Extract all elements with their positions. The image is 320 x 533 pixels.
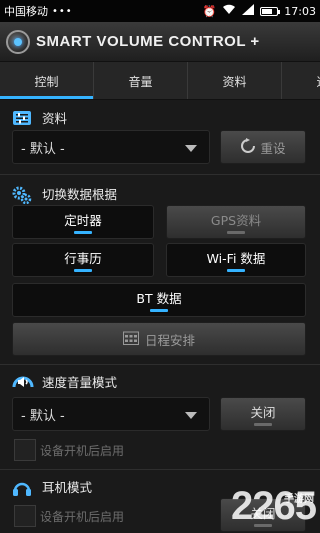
switch-section-title: 切换数据根据 <box>12 184 118 204</box>
profile-dropdown[interactable]: - 默认 - <box>12 130 210 164</box>
headset-section-label: 耳机模式 <box>42 480 93 495</box>
headset-boot-row: 设备开机后启用 <box>14 505 124 527</box>
speed-toggle-button[interactable]: 关闭 <box>220 397 306 431</box>
clock: 17:03 <box>284 4 316 18</box>
profile-section-title: 资料 <box>12 108 67 127</box>
speed-section-label: 速度音量模式 <box>42 375 118 390</box>
app-logo-icon <box>6 29 30 54</box>
speed-dropdown[interactable]: - 默认 - <box>12 397 210 431</box>
bt-indicator <box>150 309 168 312</box>
calendar-toggle-label: 行事历 <box>64 250 102 266</box>
speed-section-title: 速度音量模式 <box>12 372 117 391</box>
alarm-icon: ⏰ <box>202 4 217 18</box>
calendar-indicator <box>74 269 92 272</box>
carrier-name: 中国移动 <box>4 5 48 18</box>
timer-toggle-label: 定时器 <box>64 212 102 228</box>
app-title: SMART VOLUME CONTROL + <box>36 33 260 50</box>
tab-speed[interactable]: 速度 <box>282 62 320 99</box>
watermark-small-text: 手游网 <box>284 494 314 505</box>
schedule-button-label: 日程安排 <box>144 332 195 348</box>
speed-boot-checkbox[interactable] <box>14 439 36 461</box>
bt-toggle-label: BT 数据 <box>136 290 182 306</box>
wifi-indicator <box>227 269 245 272</box>
headphones-icon <box>12 479 32 496</box>
speaker-speed-icon <box>12 374 34 390</box>
timer-indicator <box>74 231 92 234</box>
gps-toggle-label: GPS资料 <box>210 212 262 228</box>
reset-button-label: 重设 <box>260 140 286 156</box>
profile-section-label: 资料 <box>42 111 68 126</box>
status-bar: 中国移动 ••• ⏰ 17:03 <box>0 0 320 22</box>
notification-dots: ••• <box>52 5 73 17</box>
tab-volume[interactable]: 音量 <box>94 62 188 99</box>
refresh-icon <box>240 137 256 157</box>
headset-boot-label: 设备开机后启用 <box>40 509 125 524</box>
gears-icon <box>12 186 32 204</box>
signal-icon <box>242 4 255 18</box>
tab-bar: 控制 音量 资料 速度 <box>0 62 320 100</box>
switch-section-label: 切换数据根据 <box>42 187 118 202</box>
speed-toggle-label: 关闭 <box>250 404 276 420</box>
divider <box>0 469 320 470</box>
speed-dropdown-value: - 默认 - <box>21 408 65 424</box>
chevron-down-icon <box>185 145 197 152</box>
app-header: SMART VOLUME CONTROL + <box>0 22 320 62</box>
tab-control[interactable]: 控制 <box>0 62 94 99</box>
bt-toggle[interactable]: BT 数据 <box>12 283 306 317</box>
headset-section-title: 耳机模式 <box>12 477 92 496</box>
headset-boot-checkbox[interactable] <box>14 505 36 527</box>
chevron-down-icon <box>185 412 197 419</box>
wifi-toggle[interactable]: Wi-Fi 数据 <box>166 243 306 277</box>
gps-toggle[interactable]: GPS资料 <box>166 205 306 239</box>
divider <box>0 364 320 365</box>
main-content: 资料 - 默认 - 重设 切换数据根据 定时器 GPS资料 行事历 Wi-Fi … <box>0 100 320 533</box>
timer-toggle[interactable]: 定时器 <box>12 205 154 239</box>
speed-boot-label: 设备开机后启用 <box>40 443 125 458</box>
speed-indicator <box>254 423 272 426</box>
watermark-logo: 2265 手游网 <box>231 484 317 529</box>
wifi-toggle-label: Wi-Fi 数据 <box>206 250 266 266</box>
reset-button[interactable]: 重设 <box>220 130 306 164</box>
tab-profile[interactable]: 资料 <box>188 62 282 99</box>
sliders-icon <box>12 110 32 126</box>
speed-boot-row: 设备开机后启用 <box>14 439 124 461</box>
profile-dropdown-value: - 默认 - <box>21 141 65 157</box>
wifi-icon <box>222 4 236 18</box>
calendar-toggle[interactable]: 行事历 <box>12 243 154 277</box>
divider <box>0 174 320 175</box>
gps-indicator <box>227 231 245 234</box>
calendar-grid-icon <box>122 331 139 348</box>
battery-icon <box>260 6 281 16</box>
schedule-button[interactable]: 日程安排 <box>12 322 306 356</box>
